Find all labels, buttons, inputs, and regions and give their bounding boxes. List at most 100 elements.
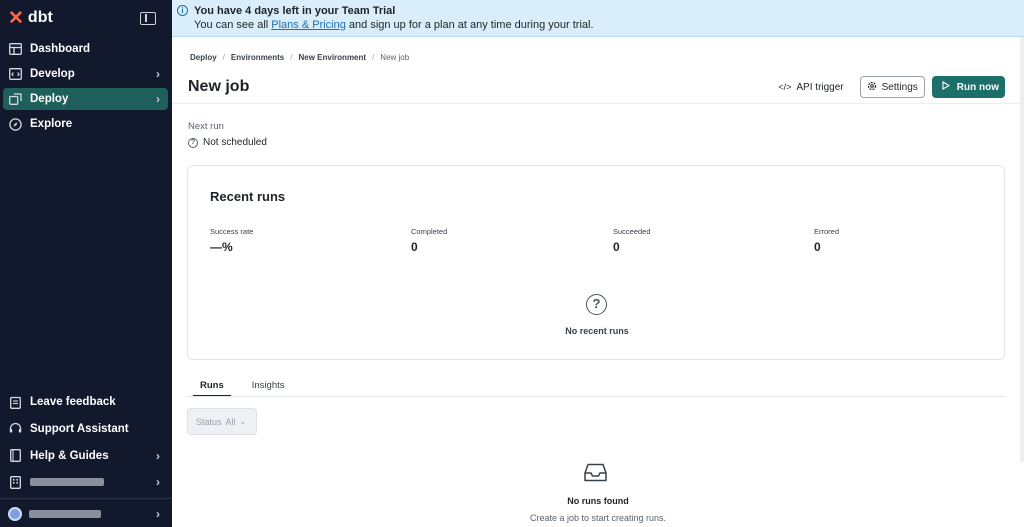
sidebar-item-develop[interactable]: Develop ›	[3, 63, 168, 85]
sidebar-item-label: Explore	[30, 118, 73, 130]
sidebar-item-support-assistant[interactable]: Support Assistant	[3, 418, 168, 440]
tab-insights[interactable]: Insights	[245, 380, 292, 397]
recent-runs-title: Recent runs	[210, 189, 286, 204]
deploy-icon	[8, 93, 22, 106]
sidebar-item-label: Leave feedback	[30, 396, 116, 408]
breadcrumb-new-job: New job	[380, 53, 410, 62]
sidebar-item-label: Help & Guides	[30, 449, 109, 462]
status-filter[interactable]: Status All ⌄	[187, 408, 257, 435]
breadcrumb: Deploy / Environments / New Environment …	[190, 53, 409, 62]
breadcrumb-separator: /	[290, 53, 293, 62]
scrollbar[interactable]	[1020, 37, 1024, 462]
sidebar-divider	[0, 498, 172, 500]
run-now-button[interactable]: Run now	[931, 76, 1005, 98]
dbt-logo[interactable]: ✕ dbt	[8, 9, 53, 28]
stat-value: 0	[411, 240, 418, 254]
breadcrumb-environments[interactable]: Environments	[231, 53, 284, 62]
code-icon	[8, 68, 22, 81]
next-run-value: ? Not scheduled	[188, 137, 267, 148]
sidebar-item-profile[interactable]: ›	[3, 503, 168, 525]
avatar	[8, 507, 22, 522]
book-icon	[8, 449, 22, 463]
redacted-user-name	[29, 510, 101, 519]
next-run-label: Next run	[188, 121, 224, 132]
banner-text-before: You can see all	[194, 19, 272, 31]
dbt-logo-icon: ✕	[8, 7, 24, 29]
stat-errored: Errored 0	[814, 227, 839, 254]
stat-success-rate: Success rate —%	[210, 227, 253, 254]
chevron-right-icon: ›	[156, 92, 160, 106]
sidebar-item-dashboard[interactable]: Dashboard	[3, 38, 168, 60]
logo-text: dbt	[27, 9, 53, 26]
breadcrumb-new-environment[interactable]: New Environment	[298, 53, 366, 62]
primary-nav: Dashboard Develop › Deploy › Explore	[0, 38, 172, 135]
sidebar-item-help-guides[interactable]: Help & Guides ›	[3, 445, 168, 467]
sidebar-item-label: Deploy	[30, 93, 69, 105]
compass-icon	[8, 117, 22, 131]
dashboard-icon	[8, 43, 22, 56]
stat-label: Succeeded	[613, 227, 651, 236]
headset-icon	[8, 422, 22, 435]
sidebar-item-deploy[interactable]: Deploy ›	[3, 88, 168, 110]
chevron-right-icon: ›	[156, 507, 160, 522]
building-icon	[8, 475, 22, 489]
chevron-right-icon: ›	[156, 475, 160, 490]
settings-label: Settings	[881, 81, 918, 93]
stat-label: Errored	[814, 227, 840, 236]
status-filter-value: All	[225, 416, 236, 427]
secondary-nav: Leave feedback Support Assistant Help & …	[0, 389, 172, 527]
info-icon: i	[177, 5, 188, 16]
stat-succeeded: Succeeded 0	[613, 227, 651, 254]
sidebar: ✕ dbt Dashboard Develop › Deploy › Explo…	[0, 0, 172, 527]
no-recent-runs-text: No recent runs	[565, 326, 629, 336]
page-title: New job	[188, 78, 250, 95]
chevron-right-icon: ›	[156, 67, 160, 81]
banner-text-after: and sign up for a plan at any time durin…	[345, 19, 594, 31]
banner-text: You can see all Plans & Pricing and sign…	[194, 19, 594, 31]
sidebar-item-leave-feedback[interactable]: Leave feedback	[3, 391, 168, 413]
question-circle-icon: ?	[586, 294, 607, 315]
next-run-text: Not scheduled	[203, 137, 267, 148]
status-filter-label: Status	[196, 416, 222, 427]
trial-banner: i You have 4 days left in your Team Tria…	[172, 0, 1024, 37]
no-runs-title: No runs found	[567, 496, 629, 506]
settings-button[interactable]: Settings	[859, 76, 925, 98]
main-content: Deploy / Environments / New Environment …	[172, 37, 1024, 527]
stat-value: 0	[814, 240, 821, 254]
breadcrumb-deploy[interactable]: Deploy	[190, 53, 217, 62]
plans-pricing-link[interactable]: Plans & Pricing	[271, 19, 346, 31]
banner-title: You have 4 days left in your Team Trial	[194, 5, 396, 17]
chevron-right-icon: ›	[156, 448, 160, 463]
stat-label: Success rate	[210, 227, 254, 236]
runs-tabs: Runs Insights	[193, 380, 292, 397]
tabs-divider	[187, 396, 1005, 397]
collapse-sidebar-icon[interactable]	[140, 11, 156, 25]
inbox-icon	[584, 463, 607, 482]
no-runs-subtitle: Create a job to start creating runs.	[529, 513, 667, 523]
stat-value: 0	[613, 240, 620, 254]
play-icon	[942, 81, 950, 93]
sidebar-item-explore[interactable]: Explore	[3, 113, 168, 135]
sidebar-item-label: Support Assistant	[30, 422, 129, 435]
code-brackets-icon: </>	[778, 82, 792, 92]
redacted-account-name	[30, 478, 104, 487]
sidebar-item-label: Dashboard	[30, 43, 91, 55]
recent-runs-card: Recent runs Success rate —% Completed 0 …	[187, 165, 1005, 360]
header-divider	[172, 103, 1024, 104]
sidebar-item-label: Develop	[30, 68, 75, 80]
sidebar-item-account[interactable]: ›	[3, 471, 168, 493]
stat-label: Completed	[411, 227, 448, 236]
clipboard-icon	[8, 396, 22, 409]
api-trigger-label: API trigger	[796, 81, 844, 93]
breadcrumb-separator: /	[222, 53, 225, 62]
gear-icon	[867, 81, 877, 94]
header-actions: </> API trigger Settings Run now	[778, 76, 1005, 98]
run-now-label: Run now	[956, 81, 999, 93]
chevron-down-icon: ⌄	[239, 417, 247, 426]
stat-completed: Completed 0	[411, 227, 447, 254]
sidebar-header: ✕ dbt	[0, 0, 172, 36]
breadcrumb-separator: /	[372, 53, 375, 62]
tab-runs[interactable]: Runs	[193, 380, 231, 397]
question-circle-icon: ?	[188, 137, 198, 148]
api-trigger-button[interactable]: </> API trigger	[778, 82, 852, 93]
